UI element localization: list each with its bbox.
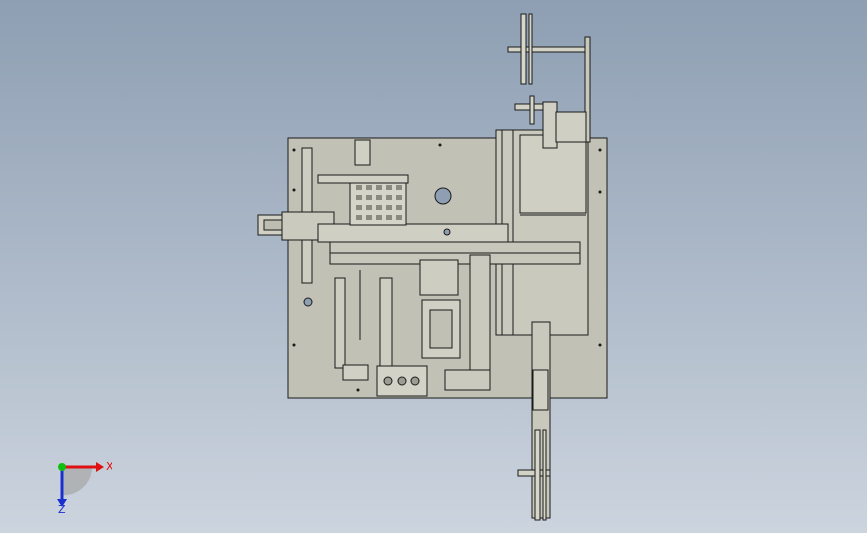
bottom-spool-disc [534, 429, 541, 521]
coordinate-triad-icon: X Z [57, 460, 112, 515]
horizontal-beam [317, 223, 509, 243]
z-axis-label: Z [58, 503, 66, 515]
x-axis-label: X [106, 460, 112, 473]
center-module [419, 259, 459, 296]
lead-screw-left [334, 277, 346, 369]
top-spool-disc [520, 13, 527, 85]
cad-model-drawing[interactable] [0, 0, 867, 533]
cad-graphics-viewport[interactable]: X Z [0, 0, 867, 533]
top-spool-shaft [507, 46, 589, 53]
